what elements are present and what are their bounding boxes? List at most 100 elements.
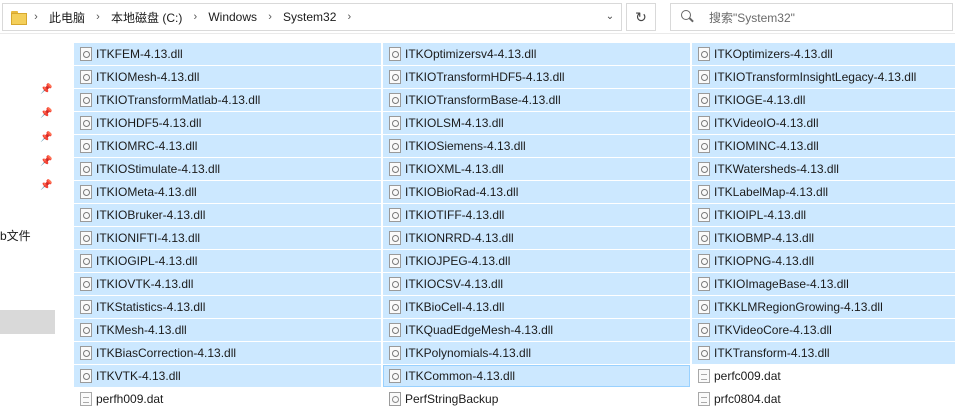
file-item[interactable]: ITKIOTransformHDF5-4.13.dll bbox=[383, 66, 690, 88]
file-item[interactable]: ITKIOPNG-4.13.dll bbox=[692, 250, 955, 272]
file-item[interactable]: ITKMesh-4.13.dll bbox=[74, 319, 381, 341]
dll-file-icon bbox=[389, 277, 401, 291]
pin-icon[interactable]: 📌 bbox=[40, 108, 52, 120]
file-item[interactable]: ITKIOBMP-4.13.dll bbox=[692, 227, 955, 249]
file-item[interactable]: ITKIOBioRad-4.13.dll bbox=[383, 181, 690, 203]
chevron-right-icon[interactable]: › bbox=[343, 11, 355, 23]
breadcrumb-this-pc[interactable]: 此电脑 bbox=[47, 9, 87, 26]
file-item[interactable]: ITKPolynomials-4.13.dll bbox=[383, 342, 690, 364]
file-item[interactable]: ITKTransform-4.13.dll bbox=[692, 342, 955, 364]
file-item[interactable]: PerfStringBackup bbox=[383, 388, 690, 410]
file-item[interactable]: ITKIOGE-4.13.dll bbox=[692, 89, 955, 111]
file-name: ITKIOHDF5-4.13.dll bbox=[96, 116, 202, 130]
dll-file-icon bbox=[389, 47, 401, 61]
file-item[interactable]: ITKStatistics-4.13.dll bbox=[74, 296, 381, 318]
file-name: ITKIOTransformHDF5-4.13.dll bbox=[405, 70, 565, 84]
file-item[interactable]: ITKIOSiemens-4.13.dll bbox=[383, 135, 690, 157]
file-name: ITKIONIFTI-4.13.dll bbox=[96, 231, 201, 245]
file-name: ITKCommon-4.13.dll bbox=[405, 369, 516, 383]
settings-file-icon bbox=[389, 392, 401, 406]
file-item[interactable]: ITKIOTIFF-4.13.dll bbox=[383, 204, 690, 226]
address-bar[interactable]: › 此电脑 › 本地磁盘 (C:) › Windows › System32 ›… bbox=[2, 3, 622, 31]
file-item[interactable]: ITKWatersheds-4.13.dll bbox=[692, 158, 955, 180]
file-item[interactable]: ITKIOMeta-4.13.dll bbox=[74, 181, 381, 203]
file-item[interactable]: ITKIOJPEG-4.13.dll bbox=[383, 250, 690, 272]
chevron-down-icon[interactable]: ⌄ bbox=[603, 10, 617, 24]
folder-icon bbox=[11, 11, 27, 25]
nav-item-selected[interactable] bbox=[0, 310, 55, 334]
dll-file-icon bbox=[698, 277, 710, 291]
file-item[interactable]: ITKIOIPL-4.13.dll bbox=[692, 204, 955, 226]
file-item[interactable]: ITKOptimizers-4.13.dll bbox=[692, 43, 955, 65]
dll-file-icon bbox=[389, 346, 401, 360]
file-item[interactable]: ITKIOMRC-4.13.dll bbox=[74, 135, 381, 157]
search-box[interactable]: 搜索"System32" bbox=[670, 3, 953, 31]
file-item[interactable]: ITKIOStimulate-4.13.dll bbox=[74, 158, 381, 180]
file-item[interactable]: ITKVideoIO-4.13.dll bbox=[692, 112, 955, 134]
file-item[interactable]: ITKBiasCorrection-4.13.dll bbox=[74, 342, 381, 364]
dll-file-icon bbox=[80, 116, 92, 130]
file-item[interactable]: ITKVTK-4.13.dll bbox=[74, 365, 381, 387]
file-item[interactable]: ITKIOTransformBase-4.13.dll bbox=[383, 89, 690, 111]
file-item[interactable]: perfh009.dat bbox=[74, 388, 381, 410]
dll-file-icon bbox=[389, 139, 401, 153]
dll-file-icon bbox=[698, 162, 710, 176]
file-row: ITKIOBruker-4.13.dll ITKIOTIFF-4.13.dll IT… bbox=[74, 204, 955, 227]
breadcrumb-local-disk[interactable]: 本地磁盘 (C:) bbox=[109, 9, 184, 26]
chevron-right-icon[interactable]: › bbox=[189, 11, 201, 23]
pin-icon[interactable]: 📌 bbox=[40, 156, 52, 168]
pin-icon[interactable]: 📌 bbox=[40, 84, 52, 96]
dll-file-icon bbox=[698, 231, 710, 245]
chevron-right-icon[interactable]: › bbox=[92, 11, 104, 23]
file-item[interactable]: ITKIOMINC-4.13.dll bbox=[692, 135, 955, 157]
file-item[interactable]: ITKIOMesh-4.13.dll bbox=[74, 66, 381, 88]
file-row: ITKFEM-4.13.dll ITKOptimizersv4-4.13.dll I… bbox=[74, 43, 955, 66]
file-item[interactable]: ITKIOGIPL-4.13.dll bbox=[74, 250, 381, 272]
file-item[interactable]: ITKIOBruker-4.13.dll bbox=[74, 204, 381, 226]
file-item[interactable]: ITKIONIFTI-4.13.dll bbox=[74, 227, 381, 249]
file-name: ITKQuadEdgeMesh-4.13.dll bbox=[405, 323, 554, 337]
file-item[interactable]: ITKLabelMap-4.13.dll bbox=[692, 181, 955, 203]
file-item[interactable]: ITKIOLSM-4.13.dll bbox=[383, 112, 690, 134]
pin-icon[interactable]: 📌 bbox=[40, 132, 52, 144]
file-item[interactable]: perfc009.dat bbox=[692, 365, 955, 387]
file-item[interactable]: ITKCommon-4.13.dll bbox=[383, 365, 690, 387]
chevron-right-icon[interactable]: › bbox=[264, 11, 276, 23]
file-item[interactable]: ITKKLMRegionGrowing-4.13.dll bbox=[692, 296, 955, 318]
file-name: ITKIOMRC-4.13.dll bbox=[96, 139, 198, 153]
dll-file-icon bbox=[698, 116, 710, 130]
breadcrumb-system32[interactable]: System32 bbox=[281, 10, 338, 24]
file-item[interactable]: ITKFEM-4.13.dll bbox=[74, 43, 381, 65]
pin-icon[interactable]: 📌 bbox=[40, 180, 52, 192]
file-item[interactable]: ITKIONRRD-4.13.dll bbox=[383, 227, 690, 249]
file-item[interactable]: ITKIOImageBase-4.13.dll bbox=[692, 273, 955, 295]
file-item[interactable]: ITKIOHDF5-4.13.dll bbox=[74, 112, 381, 134]
file-name: ITKIOBruker-4.13.dll bbox=[96, 208, 206, 222]
dll-file-icon bbox=[80, 208, 92, 222]
file-item[interactable]: ITKQuadEdgeMesh-4.13.dll bbox=[383, 319, 690, 341]
breadcrumb-windows[interactable]: Windows bbox=[206, 10, 259, 24]
file-item[interactable]: ITKIOTransformMatlab-4.13.dll bbox=[74, 89, 381, 111]
dll-file-icon bbox=[698, 185, 710, 199]
dll-file-icon bbox=[389, 70, 401, 84]
file-name: ITKIOTransformBase-4.13.dll bbox=[405, 93, 561, 107]
file-item[interactable]: ITKVideoCore-4.13.dll bbox=[692, 319, 955, 341]
file-name: ITKStatistics-4.13.dll bbox=[96, 300, 206, 314]
chevron-right-icon[interactable]: › bbox=[30, 11, 42, 23]
file-row: perfh009.dat PerfStringBackup prfc0804.dat bbox=[74, 388, 955, 411]
file-item[interactable]: ITKIOVTK-4.13.dll bbox=[74, 273, 381, 295]
nav-item-label[interactable]: b文件 bbox=[0, 227, 31, 244]
file-name: ITKKLMRegionGrowing-4.13.dll bbox=[714, 300, 883, 314]
file-name: ITKIOIPL-4.13.dll bbox=[714, 208, 807, 222]
file-item[interactable]: ITKIOCSV-4.13.dll bbox=[383, 273, 690, 295]
file-row: ITKBiasCorrection-4.13.dll ITKPolynomials… bbox=[74, 342, 955, 365]
file-item[interactable]: ITKOptimizersv4-4.13.dll bbox=[383, 43, 690, 65]
file-item[interactable]: ITKIOTransformInsightLegacy-4.13.dll bbox=[692, 66, 955, 88]
refresh-button[interactable]: ↻ bbox=[626, 3, 656, 31]
file-item[interactable]: prfc0804.dat bbox=[692, 388, 955, 410]
file-row: ITKIOMRC-4.13.dll ITKIOSiemens-4.13.dll IT… bbox=[74, 135, 955, 158]
file-item[interactable]: ITKIOXML-4.13.dll bbox=[383, 158, 690, 180]
search-input[interactable]: 搜索"System32" bbox=[709, 9, 795, 26]
file-name: perfh009.dat bbox=[96, 392, 164, 406]
file-item[interactable]: ITKBioCell-4.13.dll bbox=[383, 296, 690, 318]
